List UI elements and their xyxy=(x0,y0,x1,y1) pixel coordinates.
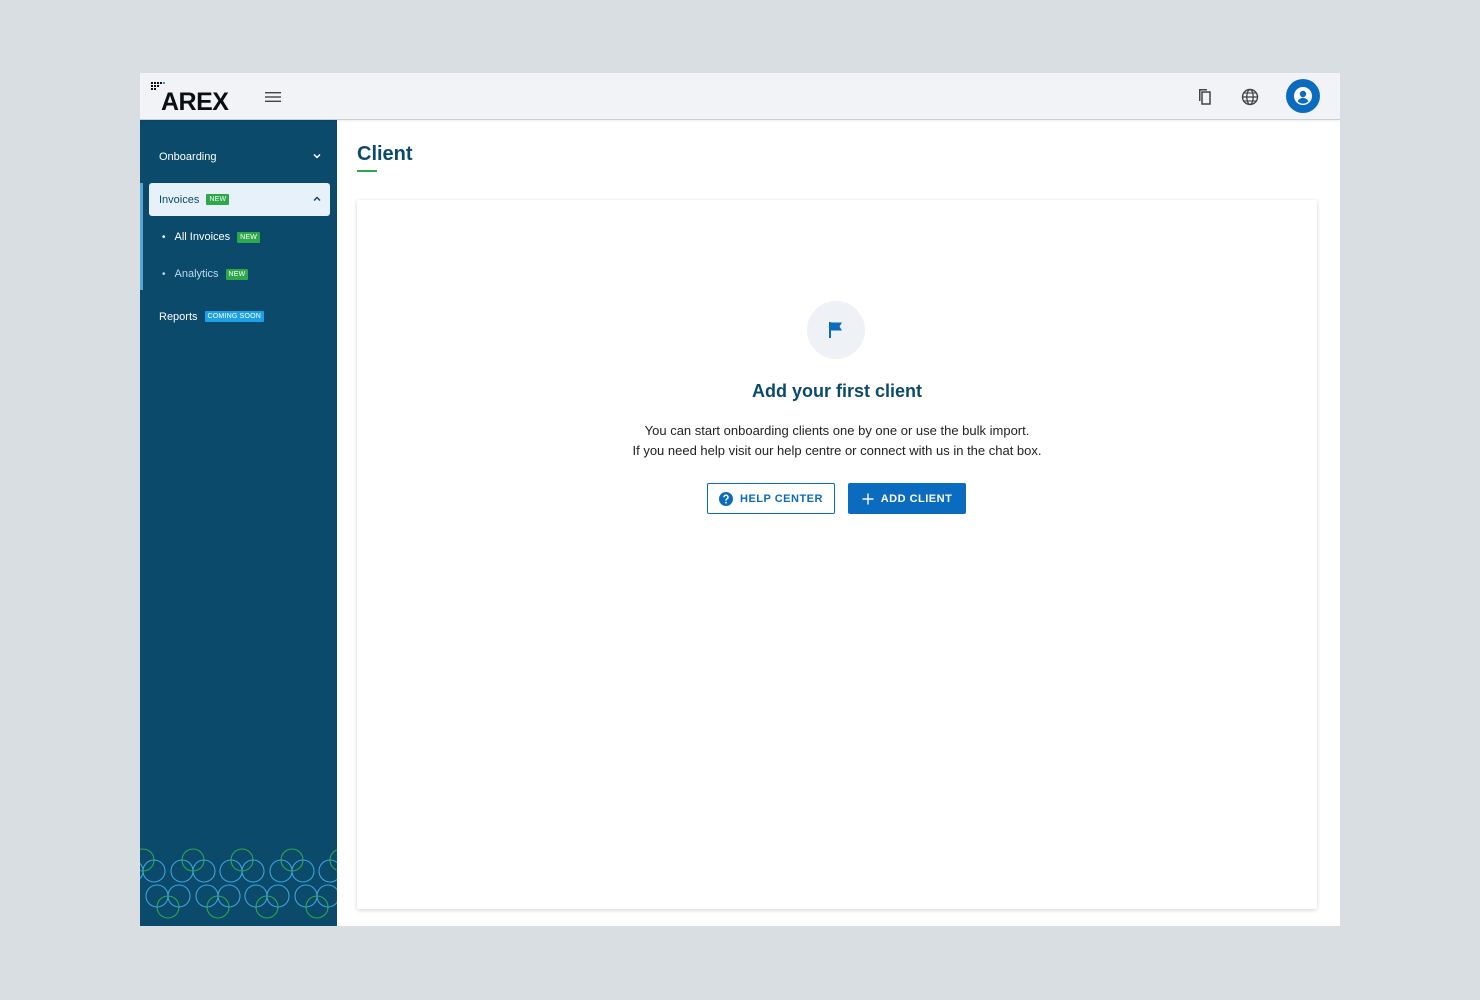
sidebar-item-reports[interactable]: Reports COMING SOON xyxy=(149,300,330,333)
empty-state-card: Add your first client You can start onbo… xyxy=(357,200,1317,909)
language-button[interactable] xyxy=(1237,85,1263,109)
add-client-label: ADD CLIENT xyxy=(880,492,953,505)
empty-state-line: If you need help visit our help centre o… xyxy=(632,443,1042,458)
menu-icon xyxy=(265,92,281,102)
decorative-circle-pattern xyxy=(140,848,337,919)
sidebar-item-onboarding[interactable]: Onboarding xyxy=(149,140,330,173)
sidebar-subitem-label: All Invoices xyxy=(174,231,231,243)
plus-icon xyxy=(862,493,874,505)
bullet: • xyxy=(162,231,166,243)
new-badge: NEW xyxy=(206,194,230,205)
app-window: AREX Onboarding Invoices NEW • All Invoi… xyxy=(140,73,1340,926)
sidebar-subitem-analytics[interactable]: • Analytics NEW xyxy=(162,263,249,285)
title-underline xyxy=(357,170,377,172)
page-title: Client xyxy=(357,143,413,165)
account-avatar[interactable] xyxy=(1286,79,1320,113)
empty-state-description: You can start onboarding clients one by … xyxy=(357,421,1317,461)
new-badge: NEW xyxy=(225,268,249,280)
add-client-button[interactable]: ADD CLIENT xyxy=(848,483,966,514)
globe-icon xyxy=(1241,88,1259,106)
chevron-up-icon xyxy=(313,196,321,202)
bullet: • xyxy=(162,268,166,280)
sidebar-item-label: Reports xyxy=(159,310,198,323)
sidebar-item-invoices[interactable]: Invoices NEW xyxy=(149,183,330,216)
empty-state-heading: Add your first client xyxy=(751,381,922,401)
sidebar-subitem-label: Analytics xyxy=(174,268,219,280)
chevron-down-icon xyxy=(313,153,321,159)
empty-state-line: You can start onboarding clients one by … xyxy=(644,423,1030,438)
new-badge: NEW xyxy=(237,231,261,243)
menu-toggle-button[interactable] xyxy=(260,85,286,109)
help-icon xyxy=(719,491,734,506)
coming-soon-badge: COMING SOON xyxy=(204,311,265,322)
flag-icon xyxy=(829,322,842,338)
copy-button[interactable] xyxy=(1191,85,1217,109)
account-icon xyxy=(1294,87,1312,105)
help-center-button[interactable]: HELP CENTER xyxy=(707,483,835,514)
help-center-label: HELP CENTER xyxy=(740,492,823,505)
brand-logo[interactable]: AREX xyxy=(150,79,230,116)
sidebar: Onboarding Invoices NEW • All Invoices N… xyxy=(140,120,337,926)
sidebar-item-label: Onboarding xyxy=(159,150,217,163)
brand-name: AREX xyxy=(161,88,229,116)
top-bar: AREX xyxy=(140,73,1340,120)
empty-state-icon xyxy=(807,301,865,359)
copy-icon xyxy=(1199,89,1211,105)
active-section-indicator xyxy=(140,183,143,290)
sidebar-subitem-all-invoices[interactable]: • All Invoices NEW xyxy=(162,226,261,248)
sidebar-item-label: Invoices xyxy=(159,193,200,206)
